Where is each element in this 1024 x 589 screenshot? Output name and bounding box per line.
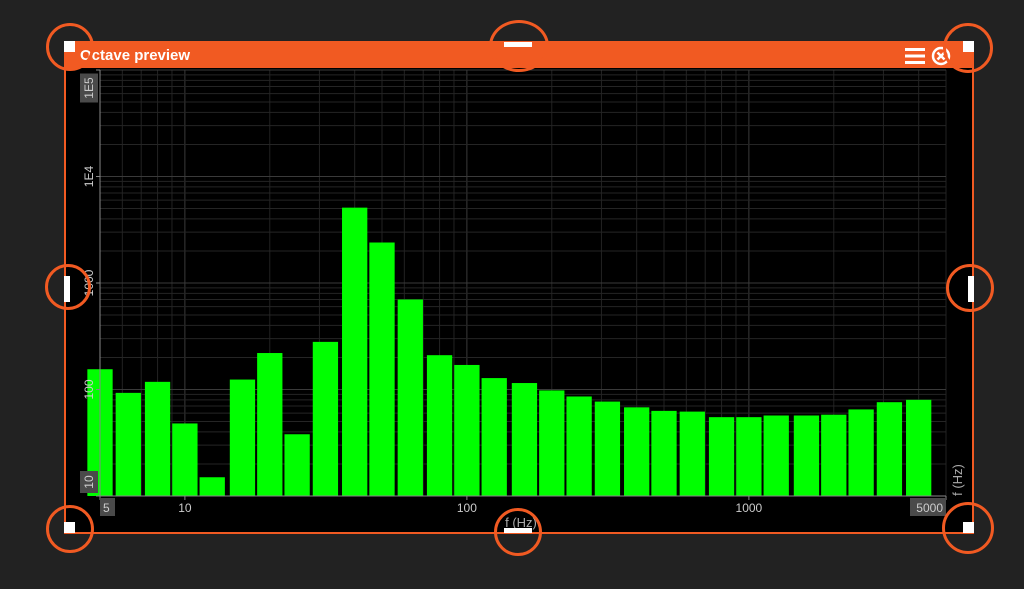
- octave-bar: [763, 415, 789, 496]
- resize-handle-right[interactable]: [968, 276, 974, 302]
- octave-bar: [426, 355, 453, 496]
- y-tick-label: 10: [82, 475, 96, 489]
- x-tick-label: 10: [178, 501, 192, 515]
- octave-bar: [793, 415, 820, 496]
- x-tick-label: 5: [103, 501, 110, 515]
- octave-bar: [199, 477, 225, 496]
- resize-handle-top-right[interactable]: [963, 41, 974, 52]
- octave-bar: [539, 390, 565, 496]
- octave-bar: [229, 379, 256, 496]
- x-tick-label: 5000: [916, 501, 943, 515]
- octave-bar: [876, 402, 903, 496]
- resize-handle-left[interactable]: [64, 276, 70, 302]
- x-tick-label: 1000: [736, 501, 763, 515]
- octave-bar-chart[interactable]: f (Hz) f (Hz) 5 10 100 1000 50001010010001E4…: [0, 0, 1024, 589]
- resize-handle-top-left[interactable]: [64, 41, 75, 52]
- resize-handle-top[interactable]: [504, 42, 532, 47]
- octave-bar: [511, 383, 538, 496]
- octave-bar: [651, 410, 677, 496]
- octave-bar: [848, 409, 874, 496]
- octave-bar: [144, 381, 171, 496]
- y-tick-label: 1E4: [82, 166, 96, 188]
- octave-bar: [257, 353, 283, 496]
- octave-bar: [481, 378, 507, 496]
- y-tick-label: 100: [82, 379, 96, 399]
- octave-bar: [115, 392, 141, 496]
- octave-bar: [736, 417, 762, 496]
- resize-handle-bottom[interactable]: [504, 528, 532, 533]
- resize-handle-bottom-right[interactable]: [963, 522, 974, 533]
- octave-bar: [369, 242, 395, 496]
- y-tick-label: 1000: [82, 269, 96, 296]
- octave-bar: [454, 364, 480, 496]
- octave-bar: [342, 207, 368, 496]
- octave-bar: [284, 434, 310, 496]
- octave-bar: [397, 299, 423, 496]
- octave-bar: [679, 411, 705, 496]
- x-tick-label: 100: [457, 501, 477, 515]
- octave-bar: [172, 423, 198, 496]
- octave-bar: [312, 341, 339, 496]
- octave-bar: [624, 407, 650, 496]
- x-axis-label-right: f (Hz): [950, 464, 965, 496]
- resize-handle-bottom-left[interactable]: [64, 522, 75, 533]
- workspace-background: Octave preview f (Hz) f (Hz) 5 10 100 10…: [0, 0, 1024, 589]
- octave-bar: [708, 417, 735, 496]
- octave-bar: [821, 414, 847, 496]
- octave-bar: [566, 396, 592, 496]
- y-tick-label: 1E5: [82, 77, 96, 99]
- octave-bar: [906, 399, 932, 496]
- octave-bar: [594, 401, 621, 496]
